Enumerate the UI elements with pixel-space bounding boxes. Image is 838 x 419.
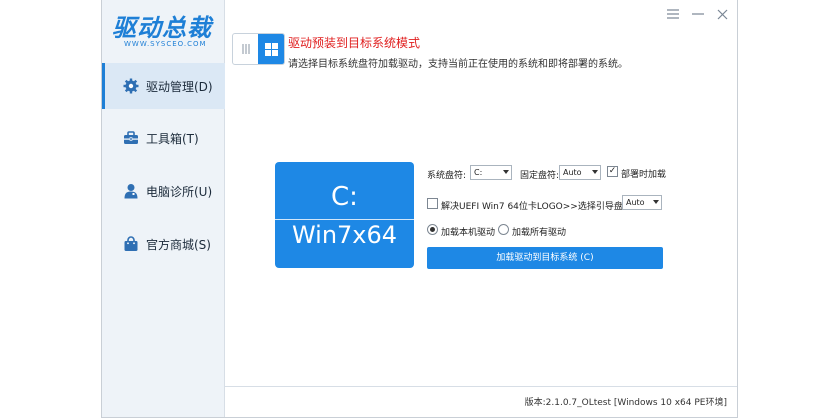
mode-title: 驱动预装到目标系统模式 — [288, 36, 421, 50]
logo-subtext: WWW.SYSCEO.COM — [124, 40, 207, 48]
sidebar-item-shop[interactable]: 官方商城(S) — [102, 221, 225, 267]
target-drive-card: C: Win7x64 — [275, 162, 414, 268]
app-window: 驱动总裁 WWW.SYSCEO.COM 驱动管理(D) 工具箱(T) 电脑诊所(… — [101, 0, 738, 418]
system-drive-value: C: — [474, 168, 483, 177]
shop-bag-icon — [122, 235, 140, 253]
mode-toggle[interactable] — [232, 33, 285, 65]
sidebar-item-label: 官方商城(S) — [146, 237, 211, 252]
uefi-fix-label: 解决UEFI Win7 64位卡LOGO>>选择引导盘符: — [441, 202, 635, 212]
sidebar-item-label: 驱动管理(D) — [146, 79, 213, 94]
uefi-boot-drive-value: Auto — [626, 198, 645, 207]
drive-letter: C: — [331, 182, 358, 212]
radio-load-all-label: 加载所有驱动 — [512, 228, 567, 238]
sidebar-item-toolbox[interactable]: 工具箱(T) — [102, 115, 225, 161]
version-text: 版本:2.1.0.7_OLtest [Windows 10 x64 PE环境] — [524, 398, 727, 408]
pe-mode-icon[interactable] — [233, 34, 258, 64]
uefi-fix-checkbox[interactable] — [427, 198, 438, 209]
person-icon — [122, 182, 140, 200]
gear-icon — [122, 77, 140, 95]
load-on-deploy-label: 部署时加载 — [621, 170, 667, 180]
chevron-down-icon — [592, 170, 598, 174]
checkmark-icon: ✓ — [608, 166, 617, 176]
divider — [275, 219, 414, 220]
system-drive-select[interactable]: C: — [470, 165, 512, 180]
sidebar-item-pc-clinic[interactable]: 电脑诊所(U) — [102, 168, 225, 214]
radio-load-all[interactable] — [498, 224, 509, 235]
fixed-drive-label: 固定盘符: — [520, 171, 560, 181]
sidebar-item-label: 电脑诊所(U) — [146, 184, 213, 199]
radio-load-local[interactable] — [427, 224, 438, 235]
fixed-drive-value: Auto — [563, 168, 582, 177]
logo: 驱动总裁 WWW.SYSCEO.COM — [102, 0, 225, 60]
radio-load-local-label: 加载本机驱动 — [441, 228, 496, 238]
sidebar-item-label: 工具箱(T) — [146, 131, 199, 146]
sidebar-item-driver-management[interactable]: 驱动管理(D) — [102, 63, 225, 109]
system-drive-label: 系统盘符: — [427, 171, 467, 181]
uefi-boot-drive-select[interactable]: Auto — [622, 195, 662, 210]
load-on-deploy-checkbox[interactable]: ✓ — [607, 166, 618, 177]
menu-icon[interactable] — [665, 6, 681, 22]
minimize-icon[interactable] — [690, 6, 706, 22]
chevron-down-icon — [653, 200, 659, 204]
close-icon[interactable] — [714, 6, 730, 22]
logo-text: 驱动总裁 — [112, 14, 212, 42]
chevron-down-icon — [503, 170, 509, 174]
toolbox-icon — [122, 129, 140, 147]
drive-os: Win7x64 — [291, 221, 398, 249]
sidebar: 驱动总裁 WWW.SYSCEO.COM 驱动管理(D) 工具箱(T) 电脑诊所(… — [102, 0, 225, 417]
load-drivers-button[interactable]: 加载驱动到目标系统 (C) — [427, 247, 663, 269]
mode-description: 请选择目标系统盘符加载驱动，支持当前正在使用的系统和即将部署的系统。 — [288, 59, 628, 70]
fixed-drive-select[interactable]: Auto — [559, 165, 601, 180]
status-bar: 版本:2.1.0.7_OLtest [Windows 10 x64 PE环境] — [225, 386, 737, 417]
windows-icon[interactable] — [258, 34, 284, 64]
